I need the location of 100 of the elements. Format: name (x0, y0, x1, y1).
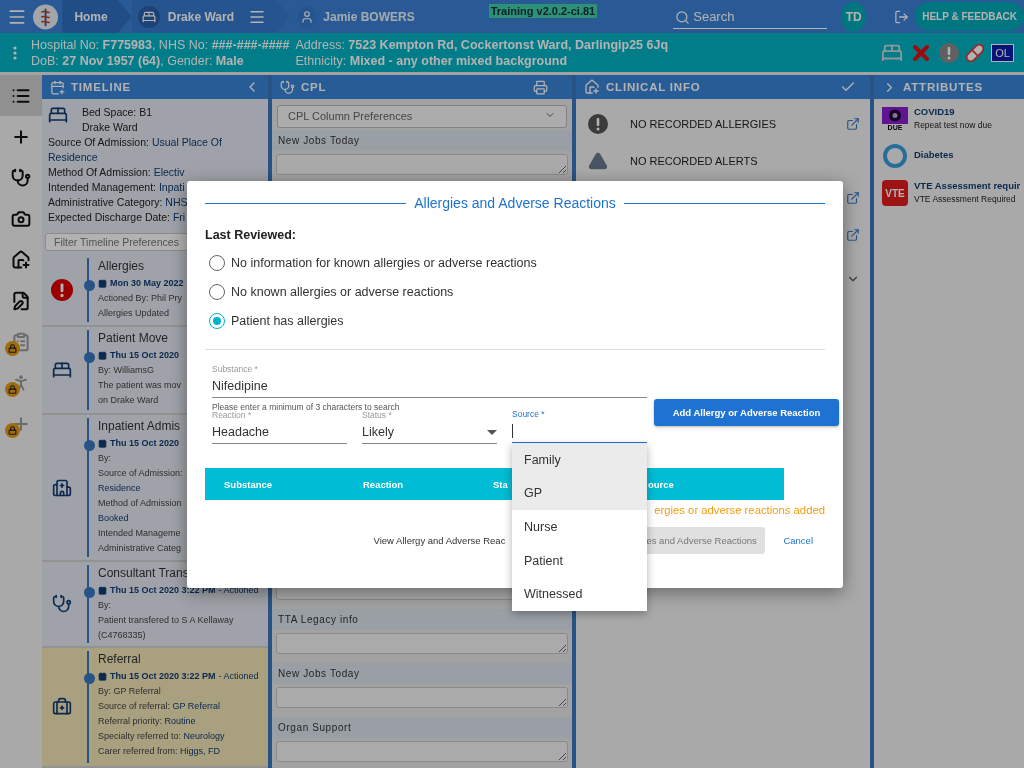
notes-field[interactable] (276, 740, 568, 762)
external-link-icon[interactable] (846, 227, 860, 242)
admission-detail: Method Of Admission: Electiv (48, 165, 186, 180)
event-date: Thu 15 Oct 2020 3:22 PM (110, 670, 216, 683)
event-detail: The patient was mov (98, 379, 182, 392)
clinical-status: NO RECORDED ALERTS (630, 154, 758, 167)
attribute-name[interactable]: Diabetes (914, 149, 954, 160)
patient-detail: DoB: 27 Nov 1957 (64), Gender: Male (31, 53, 245, 68)
timeline-dot (83, 440, 95, 451)
alert-icon (939, 42, 960, 63)
clinical-status: NO RECORDED ALLERGIES (630, 117, 777, 130)
menu-item[interactable]: Witnessed (512, 577, 647, 611)
event-date: Thu 15 Oct 2020 (110, 437, 180, 450)
alert-icon (51, 279, 73, 301)
event-detail: Method of Admission (98, 497, 183, 510)
home-breadcrumb[interactable]: Home (62, 0, 132, 33)
event-detail: By: (98, 452, 112, 465)
bed-icon (48, 105, 68, 125)
attribute-name[interactable]: VTE Assessment requir (914, 180, 1021, 191)
admission-detail: Expected Discharge Date: Fri (48, 210, 187, 225)
event-date: Mon 30 May 2022 (110, 277, 184, 290)
status-select[interactable]: Status * Likely (362, 412, 497, 444)
event-detail: Carer referred from: Higgs, FD (98, 745, 222, 758)
panel-title: TIMELINE (71, 81, 132, 93)
pill-icon[interactable] (965, 42, 986, 63)
stethoscope-icon (52, 594, 72, 614)
section-label: TTA Legacy info (272, 608, 572, 630)
clipboard-icon[interactable] (11, 331, 31, 352)
menu-item[interactable]: Patient (512, 543, 647, 578)
bed-icon (141, 9, 156, 24)
event-detail: Source of Admission: (98, 467, 183, 480)
event-detail: Intended Manageme (98, 527, 182, 540)
user-badge[interactable]: OL (991, 43, 1014, 62)
stethoscope-icon (280, 79, 295, 95)
admission-detail: Source Of Admission: Usual Place Of Residence (48, 135, 223, 165)
field-hint: Please enter a minimum of 3 characters to search (212, 402, 401, 412)
attribute-name[interactable]: COVID19 (914, 106, 992, 117)
ward-name: Drake Ward (82, 120, 139, 135)
event-detail: By: WilliamsG (98, 364, 155, 377)
radio-label[interactable]: No information for known allergies or adverse reactions (231, 256, 537, 270)
event-detail: Administrative Categ (98, 542, 183, 555)
event-title[interactable]: Inpatient Admis (98, 418, 183, 434)
column-header: Substance (224, 478, 274, 490)
radio-label[interactable]: Patient has allergies (231, 314, 344, 328)
notes-field[interactable] (276, 686, 568, 708)
dialog-title: Allergies and Adverse Reactions (414, 195, 616, 211)
event-detail: Referral priority: Routine (98, 715, 197, 728)
lock-icon (5, 423, 20, 438)
column-header: Sta (493, 478, 509, 490)
more-icon[interactable] (13, 45, 17, 60)
reaction-field[interactable]: Reaction * Headache (212, 412, 347, 444)
column-header: ource (648, 478, 675, 490)
event-detail: Source of referral: GP Referral (98, 700, 221, 713)
view-link[interactable]: View Allergy and Adverse Reac (373, 535, 506, 546)
event-detail: Booked (98, 512, 130, 525)
lock-icon (5, 341, 20, 356)
timeline-dot (83, 280, 95, 291)
notes-field[interactable] (276, 153, 568, 175)
vte-badge: VTE (882, 180, 908, 206)
add-allergy-button[interactable]: Add Allergy or Adverse Reaction (654, 399, 839, 426)
hospital-icon (52, 477, 72, 498)
section-label: New Jobs Today (272, 662, 572, 684)
external-link-icon[interactable] (846, 116, 860, 131)
panel-title: CLINICAL INFO (606, 81, 701, 93)
notes-field[interactable] (276, 632, 568, 654)
panel-title: ATTRIBUTES (903, 81, 983, 93)
event-detail: By: (98, 599, 112, 612)
timeline-dot (83, 352, 95, 363)
external-link-icon[interactable] (846, 190, 860, 205)
bed-icon (52, 360, 72, 380)
house-icon (584, 79, 600, 95)
timeline-dot (83, 673, 95, 684)
stethoscope-icon[interactable] (11, 167, 31, 188)
event-title[interactable]: Referral (98, 651, 259, 667)
camera-icon[interactable] (11, 208, 31, 229)
event-title[interactable]: Allergies (98, 258, 184, 274)
event-title[interactable]: Patient Move (98, 330, 182, 346)
bed-space: Bed Space: B1 (82, 105, 153, 120)
menu-item[interactable]: GP (512, 476, 647, 511)
house-icon[interactable] (11, 249, 31, 270)
ward-breadcrumb[interactable]: Drake Ward (131, 0, 290, 33)
admission-detail: Administrative Category: NHS (48, 195, 189, 210)
column-preferences-select[interactable]: CPL Column Preferences (277, 105, 567, 128)
print-icon[interactable] (533, 79, 548, 95)
panel-title: CPL (301, 81, 327, 93)
admission-detail: Intended Management: Inpati (48, 180, 186, 195)
cancel-button[interactable]: Cancel (777, 534, 819, 547)
substance-field[interactable]: Substance * Nifedipine (212, 358, 647, 398)
section-label: New Jobs Today (272, 129, 572, 151)
radio-label[interactable]: No known allergies or adverse reactions (231, 285, 454, 299)
patient-detail: Hospital No: F775983, NHS No: ###-###-#### (31, 37, 290, 52)
menu-item[interactable]: Family (512, 443, 647, 477)
document-edit-icon[interactable] (11, 290, 31, 311)
menu-item[interactable]: Nurse (512, 510, 647, 544)
event-detail: Actioned By: Phil Pry (98, 292, 184, 305)
search-field[interactable]: Search (673, 4, 828, 29)
event-date: Thu 15 Oct 2020 (110, 349, 180, 362)
search-icon (675, 9, 691, 25)
event-detail: on Drake Ward (98, 394, 160, 407)
lock-icon (5, 382, 20, 397)
